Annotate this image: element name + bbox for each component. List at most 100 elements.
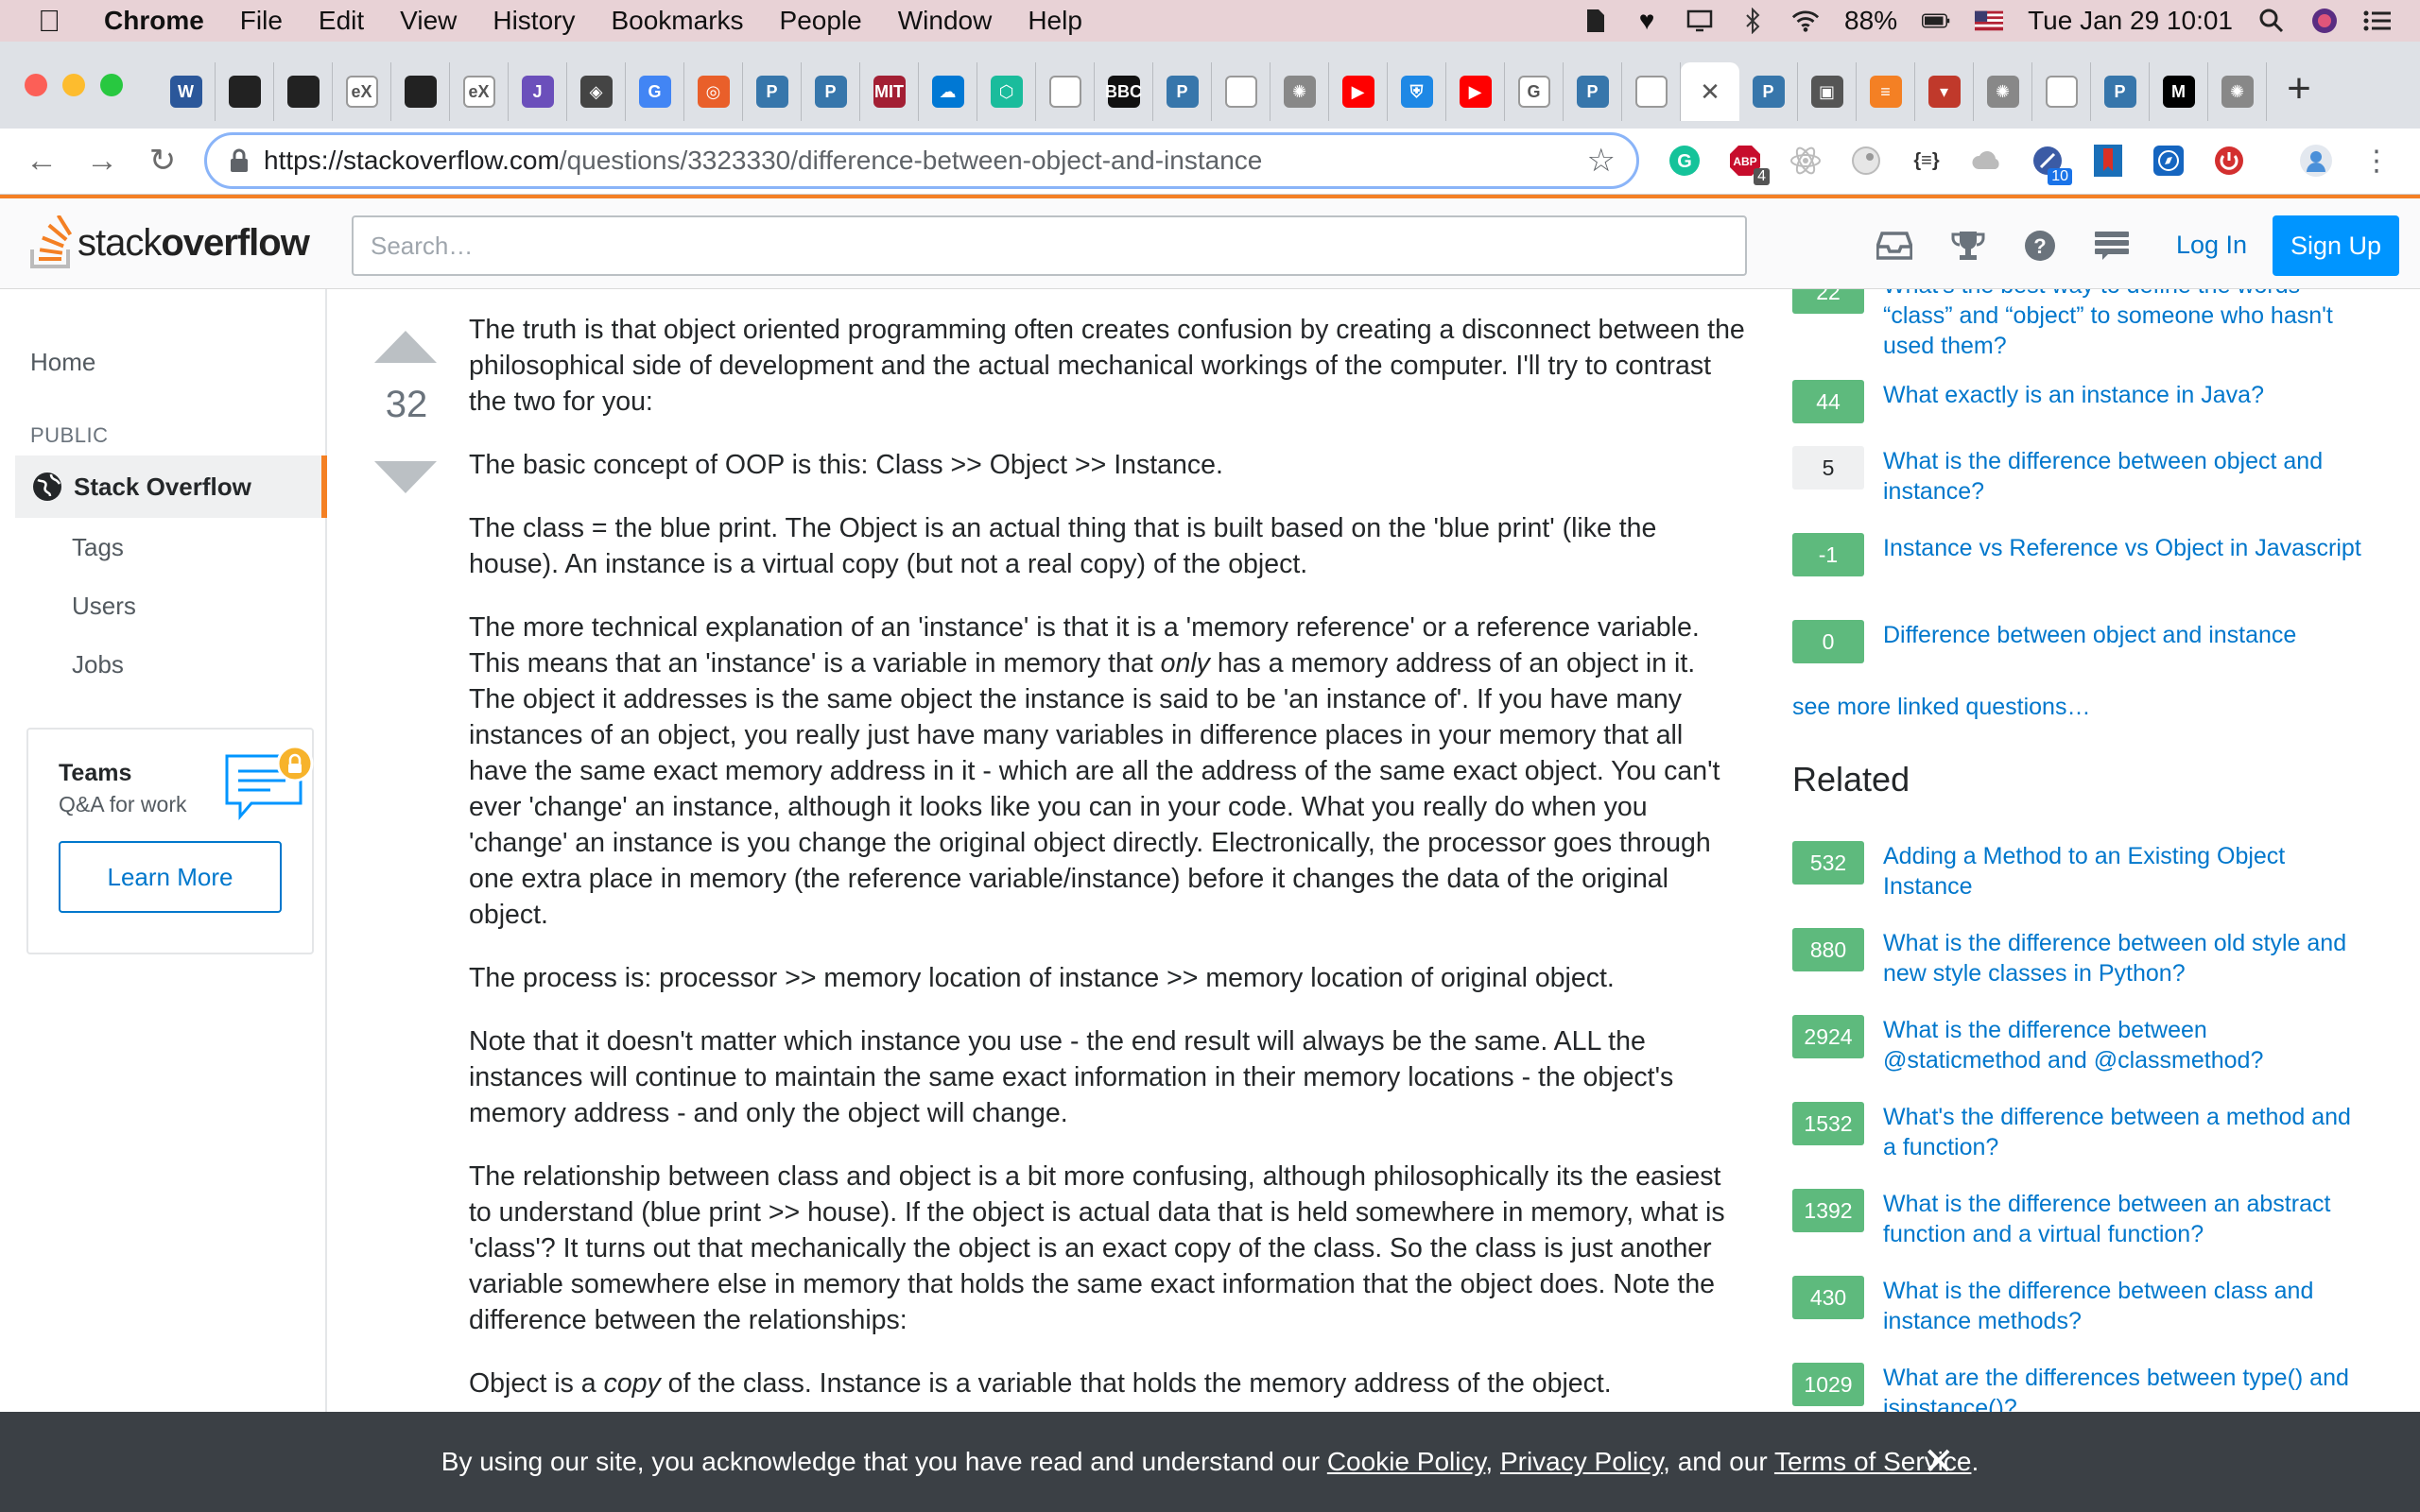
nav-home[interactable]: Home — [30, 348, 95, 377]
notification-center-icon[interactable] — [2363, 7, 2392, 35]
nav-stack-overflow[interactable]: Stack Overflow — [15, 455, 327, 518]
compass-icon[interactable] — [2150, 142, 2187, 180]
browser-tab[interactable] — [2032, 62, 2091, 121]
url-text[interactable]: https://stackoverflow.com/questions/3323… — [264, 146, 1262, 176]
browser-tab[interactable]: ◎ — [684, 62, 743, 121]
browser-tab[interactable]: W — [157, 62, 216, 121]
question-link[interactable]: What is the difference between class and… — [1883, 1276, 2365, 1336]
browser-tab[interactable]: ⬡ — [977, 62, 1036, 121]
menu-people[interactable]: People — [780, 6, 862, 36]
chrome-menu-icon[interactable]: ⋮ — [2358, 142, 2395, 180]
question-link[interactable]: What's the best way to define the words … — [1883, 289, 2365, 361]
browser-tab[interactable]: J — [509, 62, 567, 121]
profile-avatar-icon[interactable] — [2297, 142, 2335, 180]
question-link[interactable]: What's the difference between a method a… — [1883, 1102, 2365, 1162]
power-icon[interactable] — [2210, 142, 2248, 180]
question-link[interactable]: What is the difference between an abstra… — [1883, 1189, 2365, 1249]
evernote-icon[interactable] — [1580, 7, 1608, 35]
browser-tab[interactable] — [274, 62, 333, 121]
pinned-extension-icon[interactable]: 10 — [2029, 142, 2072, 185]
browser-tab[interactable]: ◈ — [567, 62, 626, 121]
so-search-input[interactable]: Search… — [352, 215, 1747, 276]
grammarly-icon[interactable]: G — [1666, 142, 1703, 180]
menu-file[interactable]: File — [240, 6, 283, 36]
inbox-icon[interactable] — [1876, 227, 1913, 265]
browser-tab[interactable]: ▣ — [1798, 62, 1857, 121]
question-link[interactable]: What is the difference between @staticme… — [1883, 1015, 2365, 1075]
browser-tab[interactable]: ✺ — [1270, 62, 1329, 121]
browser-tab[interactable]: MIT — [860, 62, 919, 121]
question-link[interactable]: What is the difference between old style… — [1883, 928, 2365, 988]
question-link[interactable]: What exactly is an instance in Java? — [1883, 380, 2365, 410]
cookie-policy-link[interactable]: Cookie Policy — [1327, 1447, 1486, 1476]
privacy-policy-link[interactable]: Privacy Policy — [1500, 1447, 1663, 1476]
spotlight-search-icon[interactable] — [2257, 7, 2286, 35]
nav-users[interactable]: Users — [72, 592, 136, 621]
achievements-icon[interactable] — [1949, 227, 1987, 265]
browser-tab[interactable]: ▶ — [1329, 62, 1388, 121]
browser-tab[interactable]: P — [802, 62, 860, 121]
back-button[interactable]: ← — [23, 142, 60, 180]
close-tab-icon[interactable]: ✕ — [1694, 76, 1726, 108]
browser-tab[interactable]: eX — [450, 62, 509, 121]
question-link[interactable]: Adding a Method to an Existing Object In… — [1883, 841, 2365, 902]
browser-tab[interactable]: P — [743, 62, 802, 121]
cloud-extension-icon[interactable] — [1968, 142, 2006, 180]
browser-tab[interactable]: eX — [333, 62, 391, 121]
menubar-clock[interactable]: Tue Jan 29 10:01 — [2028, 6, 2233, 36]
window-minimize-button[interactable] — [62, 74, 85, 96]
site-switcher-icon[interactable] — [2093, 227, 2131, 265]
browser-tab[interactable]: BBC — [1095, 62, 1153, 121]
browser-tab[interactable]: ⛨ — [1388, 62, 1446, 121]
bookmark-star-icon[interactable]: ☆ — [1587, 142, 1616, 180]
browser-tab[interactable]: ☁ — [919, 62, 977, 121]
menu-view[interactable]: View — [400, 6, 457, 36]
upvote-arrow-icon[interactable] — [374, 331, 437, 363]
browser-tab[interactable]: ✺ — [2208, 62, 2267, 121]
heart-icon[interactable]: ♥ — [1633, 6, 1661, 35]
browser-tab[interactable]: M — [2150, 62, 2208, 121]
browser-tab[interactable]: ▾ — [1915, 62, 1974, 121]
see-more-linked-link[interactable]: see more linked questions… — [1792, 694, 2090, 721]
browser-tab[interactable] — [1622, 62, 1681, 121]
reload-button[interactable]: ↻ — [144, 142, 182, 180]
bluetooth-icon[interactable] — [1738, 7, 1767, 35]
extension-circle-icon[interactable] — [1847, 142, 1885, 180]
menu-app-name[interactable]: Chrome — [104, 6, 204, 36]
forward-button[interactable]: → — [83, 142, 121, 180]
login-link[interactable]: Log In — [2176, 231, 2247, 260]
browser-tab[interactable]: ✕ — [1681, 62, 1739, 121]
browser-tab[interactable]: G — [1505, 62, 1564, 121]
react-devtools-icon[interactable] — [1787, 142, 1824, 180]
window-close-button[interactable] — [25, 74, 47, 96]
browser-tab[interactable]: ✺ — [1974, 62, 2032, 121]
question-link[interactable]: Instance vs Reference vs Object in Javas… — [1883, 533, 2365, 563]
question-link[interactable]: Difference between object and instance — [1883, 620, 2365, 650]
browser-tab[interactable]: P — [2091, 62, 2150, 121]
display-icon[interactable] — [1685, 7, 1714, 35]
help-icon[interactable]: ? — [2021, 227, 2059, 265]
browser-tab[interactable]: ▶ — [1446, 62, 1505, 121]
so-logo[interactable]: stackoverflow — [28, 215, 310, 270]
menu-history[interactable]: History — [493, 6, 575, 36]
browser-tab[interactable]: ≡ — [1857, 62, 1915, 121]
battery-icon[interactable] — [1922, 7, 1950, 35]
browser-tab[interactable] — [391, 62, 450, 121]
menu-help[interactable]: Help — [1028, 6, 1082, 36]
close-icon[interactable]: ✕ — [1923, 1440, 1955, 1484]
address-bar[interactable]: https://stackoverflow.com/questions/3323… — [204, 132, 1639, 189]
question-link[interactable]: What is the difference between object an… — [1883, 446, 2365, 507]
nav-tags[interactable]: Tags — [72, 533, 124, 562]
menu-window[interactable]: Window — [898, 6, 993, 36]
browser-tab[interactable]: P — [1739, 62, 1798, 121]
siri-icon[interactable] — [2310, 7, 2339, 35]
bookmark-extension-icon[interactable] — [2089, 142, 2127, 180]
nav-jobs[interactable]: Jobs — [72, 650, 124, 679]
new-tab-button[interactable]: + — [2276, 65, 2322, 112]
flag-icon[interactable] — [1975, 7, 2004, 35]
browser-tab[interactable] — [216, 62, 274, 121]
json-viewer-icon[interactable]: {≡} — [1908, 142, 1945, 180]
browser-tab[interactable]: P — [1153, 62, 1212, 121]
apple-menu-icon[interactable]:  — [38, 4, 76, 39]
wifi-icon[interactable] — [1791, 7, 1820, 35]
